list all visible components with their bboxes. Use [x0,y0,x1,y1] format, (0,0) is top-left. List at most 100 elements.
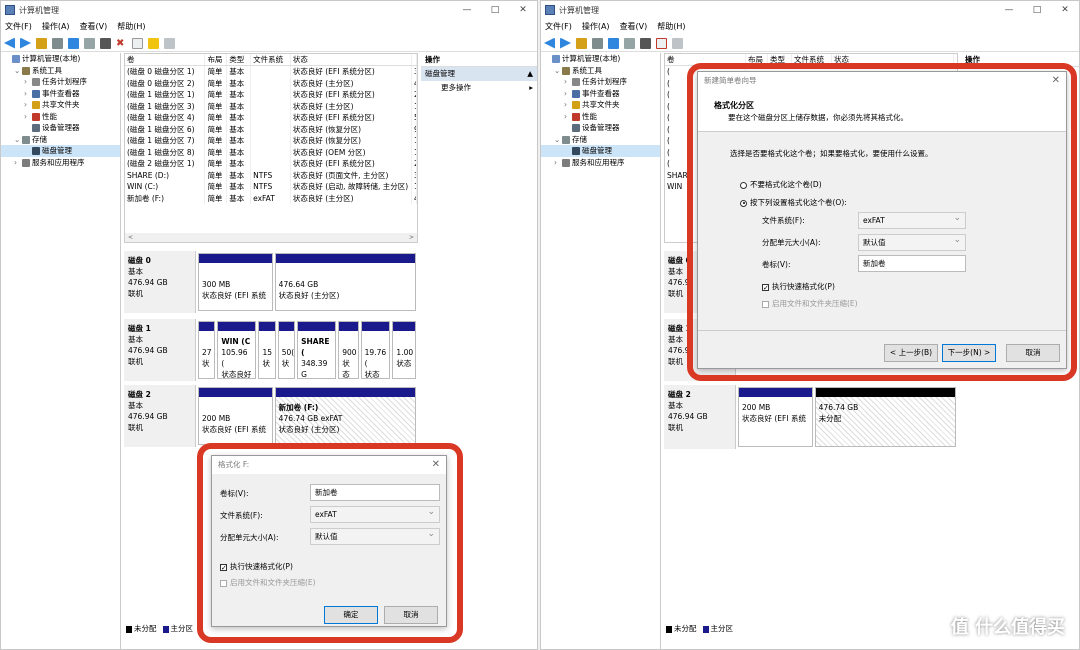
forward-icon[interactable] [560,37,571,49]
close-button[interactable]: ✕ [1051,1,1079,19]
tree-item[interactable]: 磁盘管理 [541,145,660,157]
check-icon[interactable] [132,37,143,49]
tree-item[interactable]: › 事件查看器 [541,88,660,100]
minimize-button[interactable]: — [995,1,1023,19]
partition[interactable]: 19.76 (状态良 [360,321,391,379]
up-folder-icon[interactable] [36,37,47,49]
chevron-down-icon[interactable]: ⌄ [554,134,562,146]
partition[interactable]: 27 状 [198,321,216,379]
tree-item[interactable]: › 性能 [1,111,120,123]
partition[interactable]: 300 MB 状态良好 (EFI 系统 [198,253,273,311]
tree-item[interactable]: ⌄ 存储 [1,134,120,146]
partition[interactable]: 50(状 [277,321,296,379]
tree-item[interactable]: › 事件查看器 [1,88,120,100]
chevron-right-icon[interactable]: › [564,99,572,111]
properties-icon[interactable] [624,37,635,49]
close-button[interactable]: ✕ [509,1,537,19]
tree-item[interactable]: › 性能 [541,111,660,123]
col-layout[interactable]: 布局 [205,54,228,65]
table-row[interactable]: (磁盘 0 磁盘分区 2)简单基本 状态良好 (主分区)4 [125,77,417,89]
disk-info[interactable]: 磁盘 2 基本 476.94 GB 联机 [664,385,736,449]
show-hide-tree-icon[interactable] [592,37,603,49]
actions-section[interactable]: 磁盘管理 ▲ [421,67,537,81]
tree-item[interactable]: 计算机管理(本地) [541,53,660,65]
chevron-right-icon[interactable]: › [564,111,572,123]
chevron-right-icon[interactable]: › [564,76,572,88]
more-actions[interactable]: 更多操作 ▸ [421,81,537,95]
col-status[interactable]: 状态 [291,54,413,65]
connect-icon[interactable] [640,37,651,49]
tree-item[interactable]: 计算机管理(本地) [1,53,120,65]
tree-item[interactable]: 设备管理器 [541,122,660,134]
horizontal-scrollbar[interactable]: < > [125,233,417,242]
search-icon[interactable] [672,37,683,49]
connect-icon[interactable] [100,37,111,49]
disk-info[interactable]: 磁盘 1 基本 476.94 GB 联机 [124,319,196,381]
table-row[interactable]: (磁盘 1 磁盘分区 3)简单基本 状态良好 (主分区)1 [125,100,417,112]
help-icon[interactable] [68,37,79,49]
partition[interactable]: WIN (C 105.96 (状态良好 [217,321,257,379]
menu-action[interactable]: 操作(A) [582,20,610,34]
partition[interactable]: 新加卷 (F:) 476.74 GB exFAT 状态良好 (主分区) [274,387,416,445]
chevron-right-icon[interactable]: › [24,111,32,123]
tree-item[interactable]: › 服务和应用程序 [541,157,660,169]
back-icon[interactable] [4,37,15,49]
table-row[interactable]: WIN (C:)简单基本NTFS状态良好 (启动, 故障转储, 主分区)1 [125,181,417,193]
col-type[interactable]: 类型 [227,54,252,65]
tree-item[interactable]: 设备管理器 [1,122,120,134]
maximize-button[interactable]: □ [481,1,509,19]
menu-file[interactable]: 文件(F) [545,20,572,34]
table-row[interactable]: (磁盘 1 磁盘分区 6)简单基本 状态良好 (恢复分区)9 [125,123,417,135]
menu-view[interactable]: 查看(V) [80,20,108,34]
tree-item[interactable]: › 共享文件夹 [541,99,660,111]
table-row[interactable]: (磁盘 1 磁盘分区 8)简单基本 状态良好 (OEM 分区)1 [125,146,417,158]
partition-efi[interactable]: 200 MB 状态良好 (EFI 系统 [738,387,813,447]
chevron-right-icon[interactable]: › [24,76,32,88]
chevron-down-icon[interactable]: ⌄ [14,134,22,146]
menu-help[interactable]: 帮助(H) [117,20,145,34]
partition[interactable]: SHARE (348.39 G状态良好 [297,321,337,379]
chevron-down-icon[interactable]: ⌄ [554,65,562,77]
tree-item[interactable]: ⌄ 系统工具 [541,65,660,77]
disk-info[interactable]: 磁盘 2 基本 476.94 GB 联机 [124,385,196,447]
properties-icon[interactable] [84,37,95,49]
back-icon[interactable] [544,37,555,49]
chevron-right-icon[interactable]: › [24,99,32,111]
table-row[interactable]: 新加卷 (F:)简单基本exFAT状态良好 (主分区)4 [125,192,417,204]
tree-item[interactable]: ⌄ 系统工具 [1,65,120,77]
partition[interactable]: 476.64 GB 状态良好 (主分区) [274,253,416,311]
menu-view[interactable]: 查看(V) [620,20,648,34]
menu-file[interactable]: 文件(F) [5,20,32,34]
table-row[interactable]: (磁盘 0 磁盘分区 1)简单基本 状态良好 (EFI 系统分区)3 [125,66,417,78]
minimize-button[interactable]: — [453,1,481,19]
partition-unallocated[interactable]: 476.74 GB 未分配 [814,387,956,447]
collapse-icon[interactable]: ▲ [527,67,533,81]
delete-icon[interactable]: ✖ [116,38,127,49]
partition[interactable]: 900 状态 [338,321,359,379]
disk-info[interactable]: 磁盘 0 基本 476.94 GB 联机 [124,251,196,313]
partition[interactable]: 1.00 状态 [392,321,416,379]
scroll-right-icon[interactable]: > [409,233,414,242]
table-row[interactable]: (磁盘 1 磁盘分区 4)简单基本 状态良好 (EFI 系统分区)5 [125,112,417,124]
tree-item[interactable]: › 任务计划程序 [541,76,660,88]
search-icon[interactable] [164,37,175,49]
tree-item[interactable]: › 共享文件夹 [1,99,120,111]
show-hide-tree-icon[interactable] [52,37,63,49]
maximize-button[interactable]: □ [1023,1,1051,19]
menu-action[interactable]: 操作(A) [42,20,70,34]
partition[interactable]: 15 状 [258,321,276,379]
check-icon[interactable] [656,37,667,49]
chevron-right-icon[interactable]: › [554,157,562,169]
table-row[interactable]: (磁盘 1 磁盘分区 7)简单基本 状态良好 (恢复分区)1 [125,135,417,147]
chevron-right-icon[interactable]: › [24,88,32,100]
col-filesystem[interactable]: 文件系统 [251,54,291,65]
partition[interactable]: 200 MB 状态良好 (EFI 系统 [198,387,273,445]
table-row[interactable]: (磁盘 2 磁盘分区 1)简单基本 状态良好 (EFI 系统分区)2 [125,158,417,170]
menu-help[interactable]: 帮助(H) [657,20,685,34]
chevron-right-icon[interactable]: › [14,157,22,169]
col-capacity[interactable] [412,54,417,65]
help-icon[interactable] [608,37,619,49]
tree-item[interactable]: › 服务和应用程序 [1,157,120,169]
forward-icon[interactable] [20,37,31,49]
chevron-down-icon[interactable]: ⌄ [14,65,22,77]
